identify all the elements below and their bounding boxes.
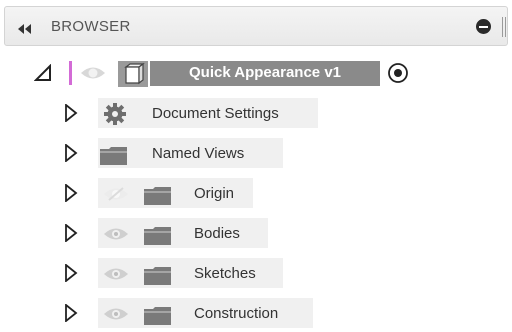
folder-icon — [143, 186, 173, 211]
tree-root-row[interactable]: Quick Appearance v1 — [0, 58, 512, 90]
folder-icon — [143, 266, 173, 291]
folder-icon — [143, 306, 173, 331]
tree-item-label: Origin — [194, 185, 235, 202]
eye-icon[interactable] — [103, 266, 129, 287]
tree-row-bodies[interactable]: Bodies — [0, 216, 512, 250]
browser-panel-header: BROWSER — [4, 6, 508, 46]
minus-circle-icon[interactable] — [476, 19, 491, 34]
component-cube-icon — [118, 61, 148, 92]
collapsed-triangle-icon[interactable] — [64, 303, 78, 327]
tree-item-label: Named Views — [152, 145, 245, 162]
tree-row-named-views[interactable]: Named Views — [0, 136, 512, 170]
eye-hidden-icon[interactable] — [103, 186, 129, 207]
collapsed-triangle-icon[interactable] — [64, 223, 78, 247]
tree-item-label: Sketches — [194, 265, 256, 282]
collapsed-triangle-icon[interactable] — [64, 183, 78, 207]
activate-radio-icon[interactable] — [387, 62, 409, 89]
tree-item-label: Document Settings — [152, 105, 279, 122]
folder-icon — [99, 146, 129, 171]
collapsed-triangle-icon[interactable] — [64, 103, 78, 127]
panel-resize-handle[interactable] — [502, 17, 506, 37]
collapsed-triangle-icon[interactable] — [64, 263, 78, 287]
tree-row-construction[interactable]: Construction — [0, 296, 512, 330]
root-component-name: Quick Appearance v1 — [188, 64, 341, 81]
panel-title: BROWSER — [51, 18, 131, 35]
collapse-panel-icon[interactable] — [18, 21, 32, 39]
tree-row-origin[interactable]: Origin — [0, 176, 512, 210]
eye-icon[interactable] — [103, 226, 129, 247]
gear-icon — [103, 102, 127, 131]
root-label-highlight[interactable]: Quick Appearance v1 — [150, 61, 380, 86]
folder-icon — [143, 226, 173, 251]
tree-row-document-settings[interactable]: Document Settings — [0, 96, 512, 130]
eye-icon[interactable] — [103, 306, 129, 327]
tree-item-label: Bodies — [194, 225, 240, 242]
expanded-triangle-icon[interactable] — [33, 63, 52, 87]
active-component-marker — [69, 61, 72, 85]
tree-row-sketches[interactable]: Sketches — [0, 256, 512, 290]
tree-item-label: Construction — [194, 305, 279, 322]
collapsed-triangle-icon[interactable] — [64, 143, 78, 167]
eye-icon[interactable] — [80, 65, 106, 86]
